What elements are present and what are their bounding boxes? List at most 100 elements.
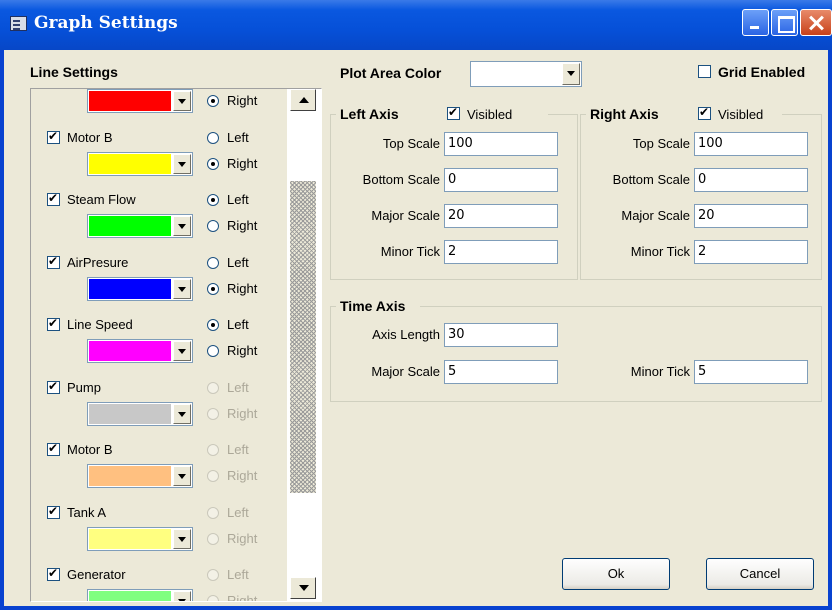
left-radio-label: Left	[227, 255, 249, 270]
app-window-icon	[10, 16, 27, 31]
chevron-down-icon[interactable]	[173, 404, 191, 424]
scroll-down-button[interactable]	[290, 577, 316, 599]
right-axis-radio[interactable]	[207, 470, 219, 482]
line-item: Generator Left Right	[31, 559, 287, 601]
grid-enabled-label: Grid Enabled	[718, 64, 806, 80]
line-color-dropdown[interactable]	[87, 214, 193, 238]
line-enabled-checkbox[interactable]	[47, 441, 60, 456]
line-color-dropdown[interactable]	[87, 589, 193, 601]
line-item: Pump Left Right	[31, 372, 287, 434]
left-axis-radio[interactable]	[207, 319, 219, 331]
line-color-dropdown[interactable]	[87, 464, 193, 488]
right-axis-radio[interactable]	[207, 220, 219, 232]
line-item: LeftRight	[31, 89, 287, 121]
line-item: Steam Flow Left Right	[31, 184, 287, 246]
right-axis-radio[interactable]	[207, 408, 219, 420]
line-enabled-checkbox[interactable]	[47, 504, 60, 519]
chevron-down-icon[interactable]	[173, 466, 191, 486]
line-color-dropdown[interactable]	[87, 152, 193, 176]
right-radio-label: Right	[227, 93, 258, 108]
line-name-label: Pump	[67, 380, 101, 395]
scroll-up-button[interactable]	[290, 89, 316, 111]
left-axis-radio[interactable]	[207, 569, 219, 581]
chevron-down-icon[interactable]	[173, 279, 191, 299]
left-axis-radio[interactable]	[207, 507, 219, 519]
line-color-swatch	[89, 529, 171, 549]
left-radio-label: Left	[227, 317, 249, 332]
line-enabled-checkbox[interactable]	[47, 379, 60, 394]
line-color-dropdown[interactable]	[87, 402, 193, 426]
chevron-down-icon[interactable]	[173, 216, 191, 236]
scroll-thumb[interactable]	[290, 181, 316, 493]
line-items-container: LeftRightMotor BLeftRightSteam FlowLeftR…	[31, 89, 287, 601]
line-settings-header: Line Settings	[30, 64, 118, 80]
plot-area-color-swatch	[472, 63, 560, 85]
right-minor-tick-input[interactable]: 2	[694, 240, 808, 264]
right-axis-radio[interactable]	[207, 345, 219, 357]
left-minor-tick-input[interactable]: 2	[444, 240, 558, 264]
cancel-button[interactable]: Cancel	[706, 558, 814, 590]
right-major-scale-label: Major Scale	[621, 208, 690, 223]
line-color-swatch	[89, 91, 171, 111]
line-enabled-checkbox[interactable]	[47, 316, 60, 331]
chevron-down-icon[interactable]	[173, 341, 191, 361]
right-bottom-scale-input[interactable]: 0	[694, 168, 808, 192]
left-axis-radio[interactable]	[207, 382, 219, 394]
grid-enabled-checkbox[interactable]	[698, 65, 711, 78]
right-axis-radio[interactable]	[207, 95, 219, 107]
maximize-button[interactable]	[771, 9, 798, 36]
line-name-label: Steam Flow	[67, 192, 136, 207]
left-major-scale-label: Major Scale	[371, 208, 440, 223]
right-axis-radio[interactable]	[207, 533, 219, 545]
vertical-scrollbar[interactable]	[287, 89, 321, 601]
chevron-down-icon[interactable]	[562, 63, 580, 85]
right-axis-radio[interactable]	[207, 283, 219, 295]
line-item: Tank A Left Right	[31, 497, 287, 559]
chevron-down-icon[interactable]	[173, 154, 191, 174]
left-axis-visible-checkbox[interactable]	[447, 105, 460, 120]
left-axis-radio[interactable]	[207, 257, 219, 269]
line-enabled-checkbox[interactable]	[47, 566, 60, 581]
line-enabled-checkbox[interactable]	[47, 254, 60, 269]
minimize-button[interactable]	[742, 9, 769, 36]
chevron-down-icon[interactable]	[173, 91, 191, 111]
right-axis-radio[interactable]	[207, 595, 219, 601]
line-color-dropdown[interactable]	[87, 277, 193, 301]
left-axis-visible-label: Visibled	[467, 107, 513, 122]
line-settings-list: LeftRightMotor BLeftRightSteam FlowLeftR…	[30, 88, 322, 602]
time-axis-length-label: Axis Length	[372, 327, 440, 342]
right-bottom-scale-label: Bottom Scale	[612, 172, 690, 187]
left-bottom-scale-label: Bottom Scale	[362, 172, 440, 187]
right-top-scale-label: Top Scale	[632, 136, 690, 151]
line-color-dropdown[interactable]	[87, 527, 193, 551]
time-minor-tick-input[interactable]: 5	[694, 360, 808, 384]
time-axis-length-input[interactable]: 30	[444, 323, 558, 347]
right-top-scale-input[interactable]: 100	[694, 132, 808, 156]
chevron-down-icon[interactable]	[173, 591, 191, 601]
title-bar[interactable]: Graph Settings	[0, 0, 832, 50]
ok-button[interactable]: Ok	[562, 558, 670, 590]
chevron-down-icon[interactable]	[173, 529, 191, 549]
time-axis-title: Time Axis	[340, 298, 406, 314]
line-color-dropdown[interactable]	[87, 339, 193, 363]
left-top-scale-input[interactable]: 100	[444, 132, 558, 156]
right-axis-radio[interactable]	[207, 158, 219, 170]
line-enabled-checkbox[interactable]	[47, 191, 60, 206]
line-name-label: Generator	[67, 567, 126, 582]
line-color-dropdown[interactable]	[87, 89, 193, 113]
right-axis-visible-checkbox[interactable]	[698, 105, 711, 120]
close-button[interactable]	[800, 9, 832, 36]
plot-area-color-dropdown[interactable]	[470, 61, 582, 87]
left-major-scale-input[interactable]: 20	[444, 204, 558, 228]
left-axis-radio[interactable]	[207, 444, 219, 456]
left-radio-label: Left	[227, 130, 249, 145]
right-major-scale-input[interactable]: 20	[694, 204, 808, 228]
line-enabled-checkbox[interactable]	[47, 129, 60, 144]
time-major-scale-input[interactable]: 5	[444, 360, 558, 384]
time-minor-tick-label: Minor Tick	[630, 364, 690, 379]
line-color-swatch	[89, 466, 171, 486]
left-axis-radio[interactable]	[207, 194, 219, 206]
plot-area-color-label: Plot Area Color	[340, 65, 442, 81]
left-axis-radio[interactable]	[207, 132, 219, 144]
left-bottom-scale-input[interactable]: 0	[444, 168, 558, 192]
